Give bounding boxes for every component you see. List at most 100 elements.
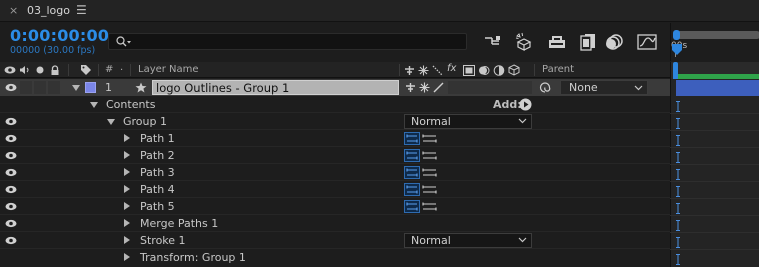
playhead-handle[interactable] <box>672 44 682 55</box>
collapse-switch-icon[interactable] <box>418 65 429 76</box>
frame-blend-switch-icon[interactable] <box>463 65 475 76</box>
expand-path-toggle[interactable] <box>124 185 130 193</box>
add-menu-play-icon[interactable] <box>519 98 532 111</box>
expand-contents-toggle[interactable] <box>90 102 98 108</box>
collapse-switch-icon[interactable] <box>419 82 430 93</box>
layer-row[interactable]: 1 logo Outlines - Group 1 None <box>0 79 670 96</box>
path-direction-icon[interactable] <box>404 183 438 196</box>
motion-blur-icon[interactable] <box>603 32 625 52</box>
stroke-blend-mode-dropdown[interactable]: Normal <box>404 233 532 248</box>
solo-switch-cell[interactable] <box>34 81 46 94</box>
layer-search-input[interactable] <box>108 33 467 50</box>
keyframe-marker-icon <box>676 101 680 112</box>
expand-merge-toggle[interactable] <box>124 219 130 227</box>
expand-path-toggle[interactable] <box>124 168 130 176</box>
visibility-eye-icon[interactable] <box>5 117 17 126</box>
audio-switch-cell[interactable] <box>20 81 32 94</box>
keyframe-marker-icon <box>676 118 680 129</box>
audio-switch-icon[interactable] <box>19 65 30 75</box>
work-area-start-handle[interactable] <box>673 30 680 40</box>
frame-blending-icon[interactable] <box>576 32 598 52</box>
work-area-bar[interactable] <box>674 31 759 39</box>
visibility-eye-icon[interactable] <box>5 202 17 211</box>
column-number-label[interactable]: # <box>105 64 113 75</box>
path-direction-icon[interactable] <box>404 166 438 179</box>
column-layer-name-label[interactable]: Layer Name <box>138 64 199 75</box>
visibility-eye-icon[interactable] <box>5 185 17 194</box>
current-time-display[interactable]: 0:00:00:00 <box>10 26 109 45</box>
track-divider <box>670 215 759 216</box>
time-ruler[interactable]: 00s <box>670 23 759 61</box>
path-label: Path 4 <box>140 183 175 196</box>
track-divider <box>670 130 759 131</box>
adjustment-layer-switch-icon[interactable] <box>493 65 505 76</box>
visibility-eye-icon[interactable] <box>5 134 17 143</box>
path-direction-icon[interactable] <box>404 200 438 213</box>
frame-info: 00000 (30.00 fps) <box>10 45 96 56</box>
path-row[interactable]: Path 4 <box>0 181 670 198</box>
layer-name-field[interactable]: logo Outlines - Group 1 <box>152 80 399 95</box>
add-label: Add: <box>493 98 522 111</box>
expand-stroke-toggle[interactable] <box>124 236 130 244</box>
close-tab-icon[interactable]: × <box>9 4 18 17</box>
column-parent-label[interactable]: Parent <box>542 64 574 75</box>
motion-blur-switch-icon[interactable] <box>478 65 490 76</box>
column-divider <box>399 64 400 76</box>
panel-menu-icon[interactable]: ☰ <box>76 3 87 17</box>
track-divider <box>670 198 759 199</box>
label-tag-icon[interactable] <box>80 64 92 76</box>
stroke-blend-mode-value: Normal <box>411 234 451 247</box>
stroke-label: Stroke 1 <box>140 234 186 247</box>
path-row[interactable]: Path 2 <box>0 147 670 164</box>
shy-switch-icon[interactable] <box>404 65 415 76</box>
solo-switch-icon[interactable] <box>36 66 44 74</box>
contents-row[interactable]: Contents Add: <box>0 96 670 113</box>
merge-paths-row[interactable]: Merge Paths 1 <box>0 215 670 232</box>
effects-switch-label[interactable]: fx <box>447 63 456 74</box>
shy-switch-icon[interactable] <box>405 82 416 93</box>
comp-tab-title[interactable]: 03_logo <box>27 4 70 17</box>
quality-switch-icon[interactable] <box>432 65 443 76</box>
layer-name[interactable]: logo Outlines - Group 1 <box>156 81 289 95</box>
video-switch-icon[interactable] <box>4 65 16 75</box>
path-row[interactable]: Path 3 <box>0 164 670 181</box>
parent-pickwhip-icon[interactable] <box>539 82 551 93</box>
3d-layer-switch-icon[interactable] <box>508 64 520 76</box>
expand-path-toggle[interactable] <box>124 202 130 210</box>
graph-editor-icon[interactable] <box>636 32 658 52</box>
lock-switch-cell[interactable] <box>48 81 60 94</box>
expand-group-toggle[interactable] <box>107 119 115 125</box>
layer-column-header: # . Layer Name fx Parent <box>0 62 670 78</box>
group-row[interactable]: Group 1 Normal <box>0 113 670 130</box>
visibility-eye-icon[interactable] <box>5 151 17 160</box>
layer-duration-bar[interactable] <box>676 80 759 96</box>
visibility-eye-icon[interactable] <box>5 236 17 245</box>
parent-dropdown[interactable]: None <box>560 80 648 95</box>
expand-path-toggle[interactable] <box>124 151 130 159</box>
visibility-eye-icon[interactable] <box>5 168 17 177</box>
visibility-eye-icon[interactable] <box>5 83 17 92</box>
draft-3d-icon[interactable] <box>513 32 535 52</box>
timeline-tracks[interactable] <box>670 79 759 267</box>
label-color-swatch[interactable] <box>85 82 96 93</box>
expand-layer-toggle[interactable] <box>72 85 80 91</box>
switch-cells[interactable] <box>448 81 532 94</box>
visibility-eye-icon[interactable] <box>5 219 17 228</box>
keyframe-marker-icon <box>676 135 680 146</box>
shape-layer-star-icon <box>135 82 147 93</box>
comp-flowchart-icon[interactable] <box>482 32 504 52</box>
keyframe-marker-icon <box>676 169 680 180</box>
expand-transform-toggle[interactable] <box>124 253 130 261</box>
path-row[interactable]: Path 1 <box>0 130 670 147</box>
lock-switch-icon[interactable] <box>50 65 60 76</box>
group-blend-mode-dropdown[interactable]: Normal <box>404 114 532 129</box>
path-row[interactable]: Path 5 <box>0 198 670 215</box>
shy-layers-icon[interactable] <box>546 32 568 52</box>
quality-switch-icon[interactable] <box>433 82 444 93</box>
stroke-row[interactable]: Stroke 1 Normal <box>0 232 670 249</box>
column-divider <box>98 64 99 76</box>
expand-path-toggle[interactable] <box>124 134 130 142</box>
path-direction-icon[interactable] <box>404 149 438 162</box>
path-direction-icon[interactable] <box>404 132 438 145</box>
transform-row[interactable]: Transform: Group 1 <box>0 249 670 267</box>
